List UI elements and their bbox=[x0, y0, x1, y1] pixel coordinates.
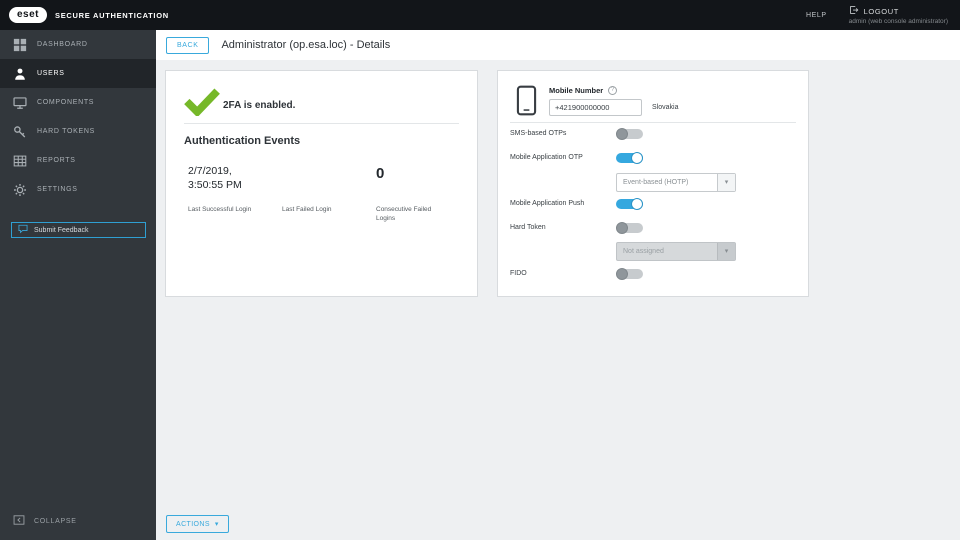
toggle-knob bbox=[616, 127, 628, 140]
check-icon bbox=[184, 87, 220, 121]
sms-otp-label: SMS-based OTPs bbox=[510, 130, 567, 137]
eset-logo: eset bbox=[9, 7, 47, 23]
sidebar-item-components[interactable]: COMPONENTS bbox=[0, 88, 156, 117]
collapse-button[interactable]: COLLAPSE bbox=[13, 514, 77, 528]
sidebar-item-label: HARD TOKENS bbox=[37, 128, 96, 135]
sidebar-item-dashboard[interactable]: DASHBOARD bbox=[0, 30, 156, 59]
toggle-knob bbox=[631, 151, 643, 164]
dashboard-icon bbox=[13, 38, 27, 52]
page-header: BACK Administrator (op.esa.loc) - Detail… bbox=[156, 30, 960, 60]
2fa-status-text: 2FA is enabled. bbox=[223, 100, 296, 111]
sidebar-item-reports[interactable]: REPORTS bbox=[0, 146, 156, 175]
mobile-app-push-toggle[interactable] bbox=[616, 197, 643, 210]
sidebar-item-label: COMPONENTS bbox=[37, 99, 95, 106]
event-value: 0 bbox=[376, 165, 385, 182]
settings-icon bbox=[13, 183, 27, 197]
last-failed-login: Last Failed Login bbox=[282, 164, 356, 250]
components-icon bbox=[13, 96, 27, 110]
mobile-number-label: Mobile Number bbox=[549, 86, 604, 95]
logout-button[interactable]: LOGOUT admin (web console administrator) bbox=[849, 5, 948, 25]
mobile-card: Mobile Number ? Slovakia SMS-based OTPs … bbox=[497, 70, 809, 297]
phone-icon bbox=[516, 85, 537, 121]
actions-label: ACTIONS bbox=[176, 520, 210, 528]
chevron-down-icon[interactable]: ▾ bbox=[717, 174, 735, 191]
hard-token-toggle[interactable] bbox=[616, 221, 643, 234]
feedback-icon bbox=[18, 224, 28, 236]
sidebar-item-label: REPORTS bbox=[37, 157, 76, 164]
toggle-knob bbox=[616, 221, 628, 234]
status-card: 2FA is enabled. Authentication Events 2/… bbox=[165, 70, 478, 297]
reports-icon bbox=[13, 154, 27, 168]
sms-otp-toggle[interactable] bbox=[616, 127, 643, 140]
sidebar-item-label: DASHBOARD bbox=[37, 41, 88, 48]
sidebar: DASHBOARD USERS COMPONENTS HARD TOKENS R… bbox=[0, 30, 156, 540]
consecutive-failed-logins: 0 Consecutive Failed Logins bbox=[376, 164, 450, 250]
hard-token-value: Not assigned bbox=[623, 248, 664, 255]
page-title: Administrator (op.esa.loc) - Details bbox=[221, 39, 391, 51]
logout-icon bbox=[849, 5, 859, 17]
toggle-knob bbox=[616, 267, 628, 280]
event-value: 2/7/2019, 3:50:55 PM bbox=[188, 165, 242, 192]
collapse-label: COLLAPSE bbox=[34, 517, 77, 525]
sidebar-item-label: SETTINGS bbox=[37, 186, 78, 193]
help-button[interactable]: HELP bbox=[806, 12, 827, 19]
actions-button[interactable]: ACTIONS ▾ bbox=[166, 515, 229, 533]
chevron-down-icon: ▾ bbox=[214, 521, 219, 528]
topbar: eset SECURE AUTHENTICATION HELP LOGOUT a… bbox=[0, 0, 960, 30]
mobile-app-otp-label: Mobile Application OTP bbox=[510, 154, 583, 161]
chevron-down-icon: ▾ bbox=[717, 243, 735, 260]
event-label: Last Failed Login bbox=[282, 206, 332, 213]
auth-events-title: Authentication Events bbox=[184, 135, 301, 147]
event-label: Consecutive Failed Logins bbox=[376, 206, 432, 223]
sidebar-item-label: USERS bbox=[37, 70, 65, 77]
last-successful-login: 2/7/2019, 3:50:55 PM Last Successful Log… bbox=[188, 164, 262, 250]
product-name: SECURE AUTHENTICATION bbox=[55, 10, 169, 20]
mobile-number-input[interactable] bbox=[549, 99, 642, 116]
toggle-knob bbox=[631, 197, 643, 210]
help-circle-icon[interactable]: ? bbox=[608, 86, 618, 95]
event-label: Last Successful Login bbox=[188, 206, 252, 213]
fido-toggle[interactable] bbox=[616, 267, 643, 280]
hard-token-label: Hard Token bbox=[510, 224, 546, 231]
submit-feedback-button[interactable]: Submit Feedback bbox=[11, 222, 146, 238]
sidebar-item-hard-tokens[interactable]: HARD TOKENS bbox=[0, 117, 156, 146]
sidebar-item-settings[interactable]: SETTINGS bbox=[0, 175, 156, 204]
logout-label: LOGOUT bbox=[863, 6, 899, 16]
collapse-icon bbox=[13, 514, 25, 528]
main-content: BACK Administrator (op.esa.loc) - Detail… bbox=[156, 30, 960, 540]
fido-label: FIDO bbox=[510, 270, 527, 277]
feedback-label: Submit Feedback bbox=[34, 226, 89, 234]
hard-token-dropdown: Not assigned ▾ bbox=[616, 242, 736, 261]
hard-tokens-icon bbox=[13, 125, 27, 139]
sidebar-item-users[interactable]: USERS bbox=[0, 59, 156, 88]
mobile-app-push-label: Mobile Application Push bbox=[510, 200, 585, 207]
back-button[interactable]: BACK bbox=[166, 36, 210, 54]
divider bbox=[184, 123, 459, 124]
otp-type-value: Event-based (HOTP) bbox=[623, 179, 689, 186]
otp-type-dropdown[interactable]: Event-based (HOTP) ▾ bbox=[616, 173, 736, 192]
divider bbox=[510, 122, 796, 123]
country-label: Slovakia bbox=[652, 104, 679, 111]
users-icon bbox=[13, 67, 27, 81]
mobile-app-otp-toggle[interactable] bbox=[616, 151, 643, 164]
logged-in-user: admin (web console administrator) bbox=[848, 18, 948, 25]
